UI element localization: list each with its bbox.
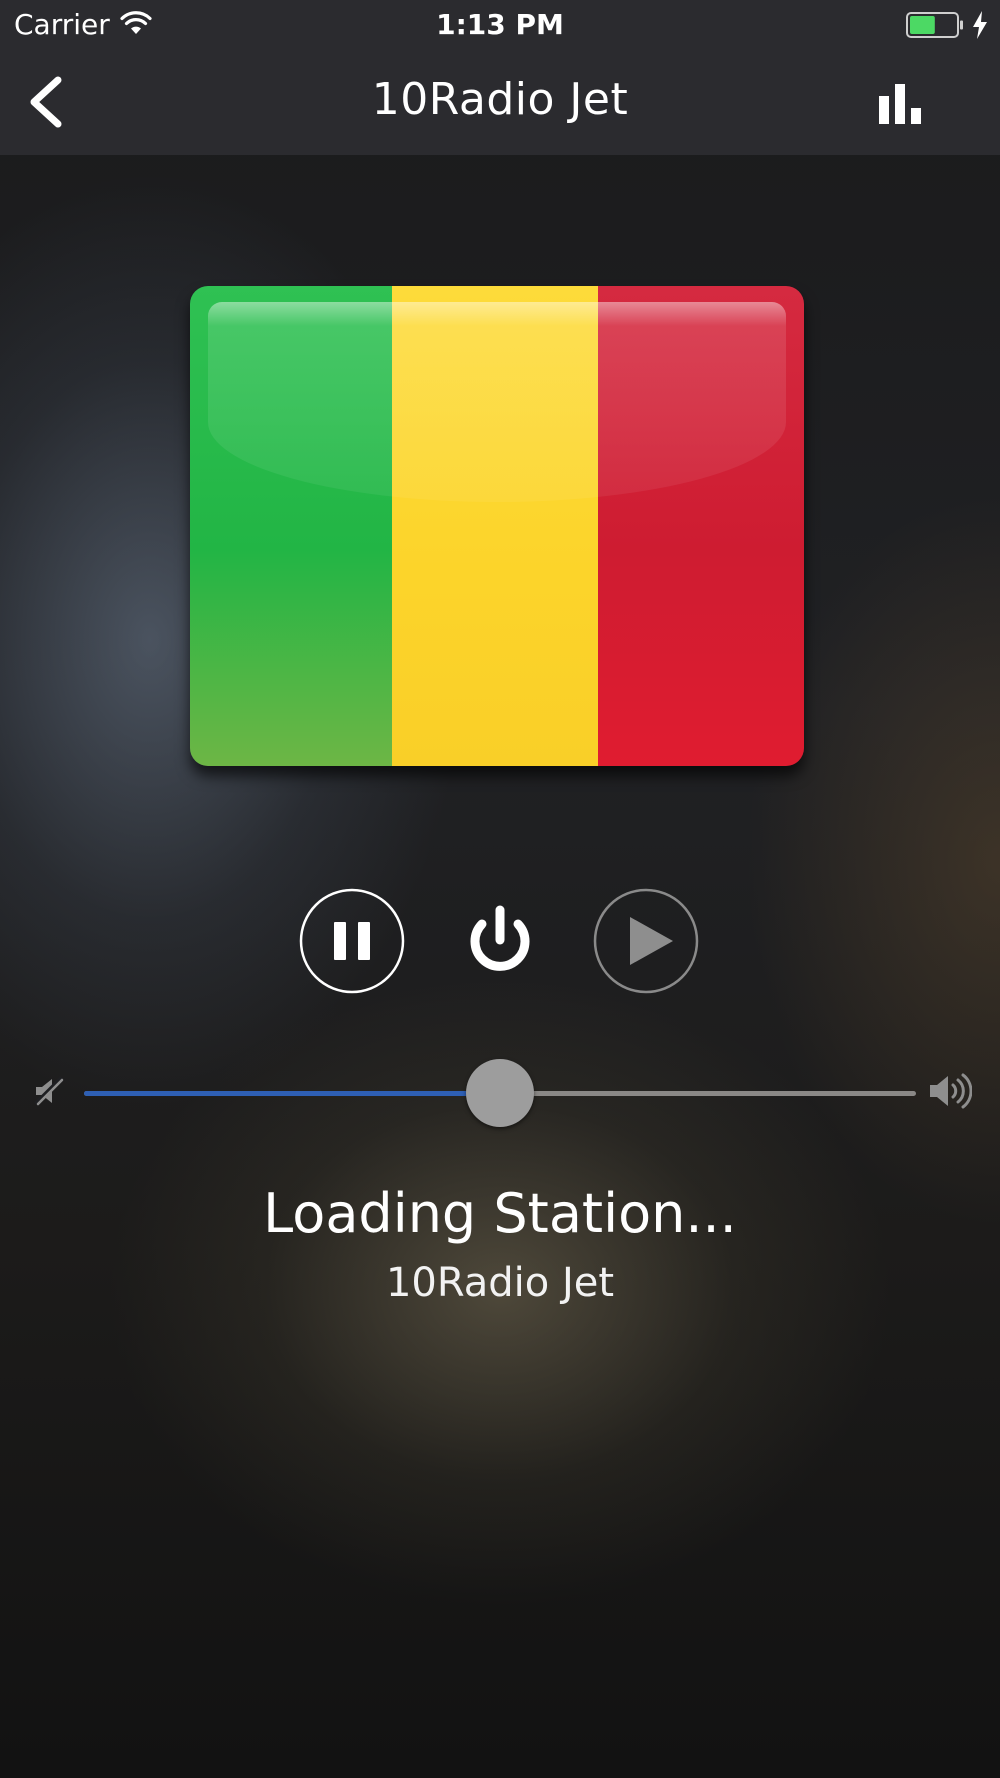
radio-player-screen: Carrier 1:13 PM 10Radio Jet Loading Stat… bbox=[0, 0, 1000, 1778]
flag-gloss bbox=[208, 302, 786, 502]
play-button[interactable] bbox=[593, 888, 699, 994]
pause-button[interactable] bbox=[299, 888, 405, 994]
volume-slider-fill bbox=[84, 1091, 500, 1096]
bar-chart-icon[interactable] bbox=[870, 78, 930, 128]
loading-status: Loading Station... bbox=[263, 1182, 737, 1245]
volume-slider[interactable] bbox=[84, 1059, 916, 1127]
station-name: 10Radio Jet bbox=[385, 1260, 615, 1306]
volume-icon bbox=[930, 1073, 972, 1109]
battery-icon bbox=[906, 12, 963, 38]
status-bar: Carrier 1:13 PM bbox=[0, 0, 1000, 50]
volume-slider-thumb[interactable] bbox=[466, 1059, 534, 1127]
status-time: 1:13 PM bbox=[436, 8, 564, 41]
station-artwork bbox=[190, 286, 804, 766]
mute-icon bbox=[34, 1076, 64, 1106]
charging-bolt-icon bbox=[973, 11, 987, 39]
nav-bar: 10Radio Jet bbox=[0, 50, 1000, 155]
power-button[interactable] bbox=[447, 888, 553, 994]
page-title: 10Radio Jet bbox=[371, 74, 629, 125]
